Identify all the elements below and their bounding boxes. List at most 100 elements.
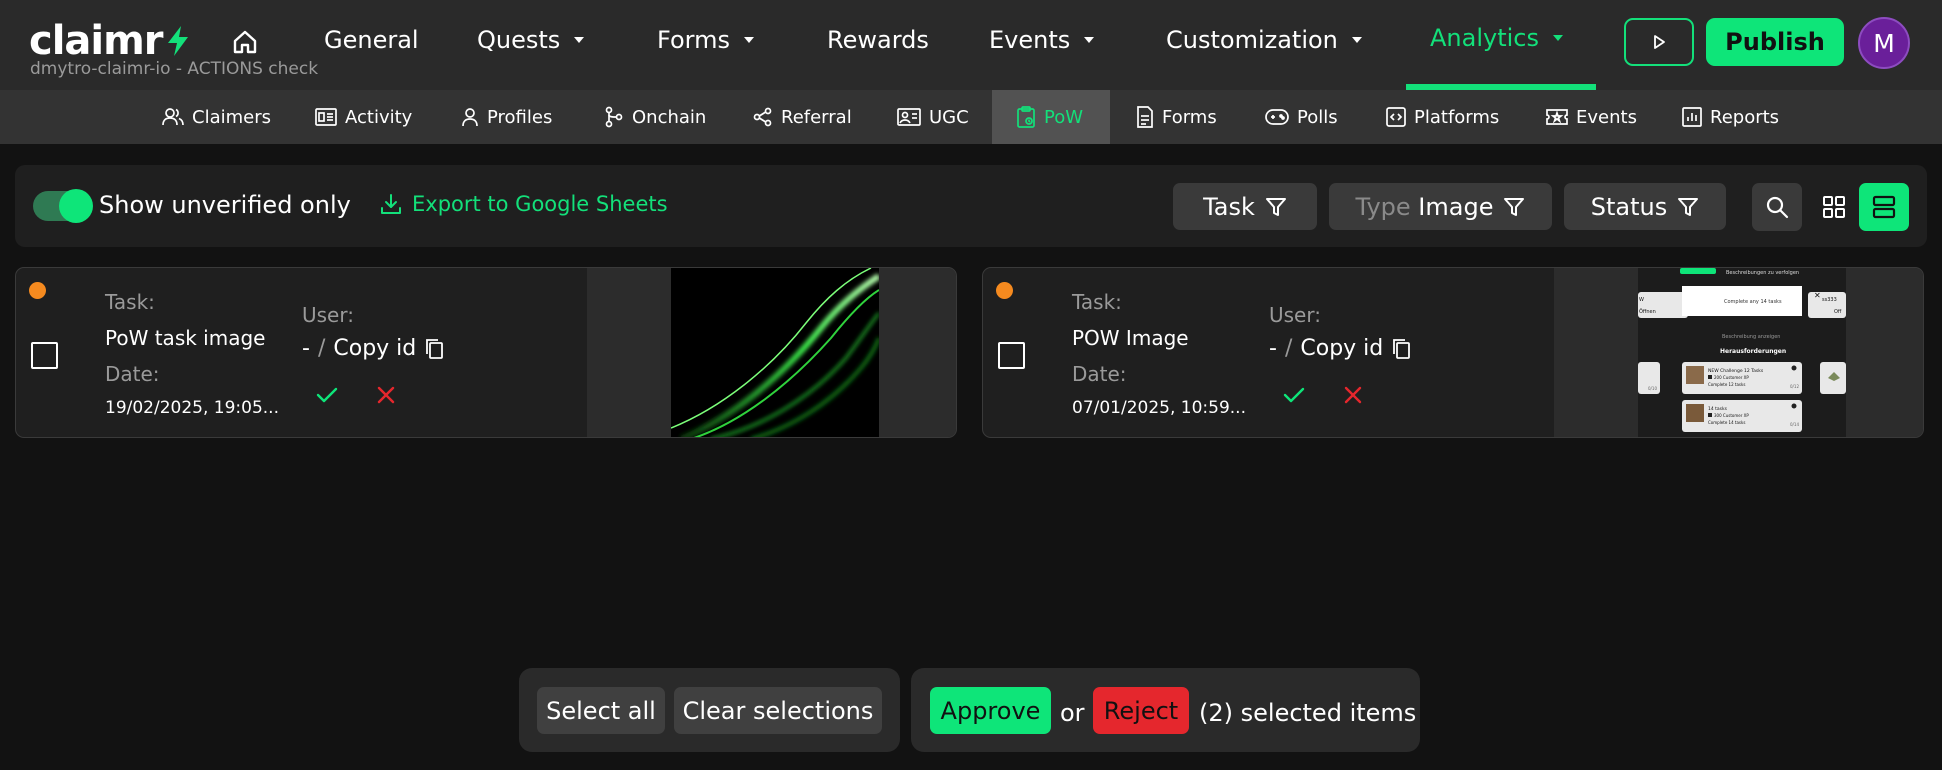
reject-button[interactable]: Reject	[1093, 687, 1189, 734]
subnav-platforms[interactable]: Platforms	[1386, 90, 1499, 144]
svg-text:Öffnen: Öffnen	[1639, 308, 1656, 315]
svg-text:Beschreibungen zu verfolgen: Beschreibungen zu verfolgen	[1726, 270, 1799, 276]
search-icon	[1765, 195, 1789, 219]
grid-view-icon	[1822, 195, 1846, 219]
submission-preview[interactable]: Beschreibungen zu verfolgen W Öffnen ss3…	[1554, 268, 1923, 437]
date-label: Date:	[105, 362, 160, 386]
nav-analytics[interactable]: Analytics	[1430, 24, 1563, 52]
svg-text:Beschreibung anzeigen: Beschreibung anzeigen	[1722, 334, 1780, 340]
subnav-polls[interactable]: Polls	[1265, 90, 1338, 144]
caret-down-icon	[1351, 37, 1362, 43]
nav-events[interactable]: Events	[989, 26, 1095, 54]
svg-text:14 tasks: 14 tasks	[1708, 406, 1728, 412]
submission-date: 07/01/2025, 10:59...	[1072, 398, 1246, 418]
grid-view-button[interactable]	[1809, 183, 1859, 231]
selected-count: (2) selected items	[1199, 699, 1417, 727]
export-google-sheets-button[interactable]: Export to Google Sheets	[380, 192, 668, 216]
nodes-icon	[604, 106, 624, 128]
subnav-forms[interactable]: Forms	[1136, 90, 1217, 144]
caret-down-icon	[743, 37, 754, 43]
select-checkbox[interactable]	[31, 342, 58, 369]
subnav-profiles[interactable]: Profiles	[461, 90, 552, 144]
share-icon	[753, 107, 773, 127]
caret-down-icon	[574, 37, 585, 43]
svg-text:ss333: ss333	[1822, 297, 1837, 303]
reject-x-icon[interactable]	[376, 385, 396, 405]
subnav-pow[interactable]: PoW	[992, 90, 1110, 144]
unverified-toggle-label: Show unverified only	[99, 191, 351, 219]
nav-forms[interactable]: Forms	[657, 26, 754, 54]
filters-toolbar: Show unverified only Export to Google Sh…	[15, 165, 1927, 247]
person-icon	[461, 107, 479, 127]
type-filter[interactable]: Type Image	[1329, 183, 1552, 230]
reject-x-icon[interactable]	[1343, 385, 1363, 405]
avatar[interactable]: M	[1858, 17, 1910, 69]
play-icon	[1651, 34, 1667, 50]
svg-text:0/12: 0/12	[1790, 384, 1799, 389]
nav-general[interactable]: General	[324, 26, 419, 54]
svg-text:NEW Challenge 12 Tasks: NEW Challenge 12 Tasks	[1708, 368, 1764, 374]
subnav-claimers[interactable]: Claimers	[162, 90, 271, 144]
bar-chart-icon	[1682, 107, 1702, 127]
approve-check-icon[interactable]	[315, 385, 339, 405]
funnel-icon	[1677, 196, 1699, 218]
approve-check-icon[interactable]	[1282, 385, 1306, 405]
svg-text:W: W	[1639, 297, 1644, 303]
list-view-button[interactable]	[1859, 183, 1909, 231]
svg-text:Complete any 14 tasks: Complete any 14 tasks	[1724, 299, 1782, 305]
status-filter[interactable]: Status	[1564, 183, 1726, 230]
nav-customization[interactable]: Customization	[1166, 26, 1362, 54]
subnav-onchain[interactable]: Onchain	[604, 90, 706, 144]
nav-quests[interactable]: Quests	[477, 26, 585, 54]
search-button[interactable]	[1752, 183, 1802, 231]
user-value: - / Copy id	[1269, 336, 1411, 361]
preview-button[interactable]	[1624, 18, 1694, 66]
svg-text:Off: Off	[1834, 309, 1842, 315]
image-card-icon	[897, 108, 921, 126]
subnav-reports[interactable]: Reports	[1682, 90, 1779, 144]
task-name: POW Image	[1072, 326, 1189, 350]
funnel-icon	[1503, 196, 1525, 218]
task-label: Task:	[1072, 290, 1122, 314]
subnav-referral[interactable]: Referral	[753, 90, 852, 144]
copy-id-button[interactable]: Copy id	[1300, 336, 1411, 361]
bulk-action-bar: Approve or Reject (2) selected items	[911, 668, 1420, 752]
selection-bar: Select all Clear selections	[519, 668, 900, 752]
submission-preview[interactable]	[587, 268, 956, 437]
claimr-logo[interactable]: claimr	[29, 18, 191, 64]
subnav-events[interactable]: Events	[1546, 90, 1637, 144]
caret-down-icon	[1552, 35, 1563, 41]
svg-text:300 Customer XP: 300 Customer XP	[1714, 413, 1749, 418]
clear-selections-button[interactable]: Clear selections	[674, 687, 882, 734]
copy-id-button[interactable]: Copy id	[333, 336, 444, 361]
select-checkbox[interactable]	[998, 342, 1025, 369]
user-label: User:	[1269, 303, 1321, 327]
nav-rewards[interactable]: Rewards	[827, 26, 929, 54]
publish-button[interactable]: Publish	[1706, 18, 1844, 66]
svg-text:✕: ✕	[1814, 291, 1821, 300]
pending-status-dot	[29, 282, 46, 299]
svg-text:Complete 14 tasks: Complete 14 tasks	[1708, 420, 1745, 425]
code-icon	[1386, 107, 1406, 127]
subnav-activity[interactable]: Activity	[315, 90, 412, 144]
subnav-ugc[interactable]: UGC	[897, 90, 969, 144]
select-all-button[interactable]: Select all	[537, 687, 665, 734]
submission-date: 19/02/2025, 19:05...	[105, 398, 279, 418]
unverified-toggle[interactable]	[33, 189, 93, 223]
svg-text:0/10: 0/10	[1648, 386, 1657, 391]
analytics-subnav: Claimers Activity Profiles Onchain Refer…	[0, 90, 1942, 144]
home-icon[interactable]	[231, 28, 259, 56]
top-header: claimr dmytro-claimr-io - ACTIONS check …	[0, 0, 1942, 90]
svg-text:Herausforderungen: Herausforderungen	[1720, 348, 1786, 355]
user-label: User:	[302, 303, 354, 327]
or-label: or	[1060, 699, 1085, 727]
caret-down-icon	[1084, 37, 1095, 43]
approve-button[interactable]: Approve	[930, 687, 1051, 734]
submission-image	[671, 268, 879, 437]
task-filter[interactable]: Task	[1173, 183, 1317, 230]
svg-text:200 Customer XP: 200 Customer XP	[1714, 375, 1749, 380]
svg-text:Complete 12 tasks: Complete 12 tasks	[1708, 382, 1745, 387]
task-label: Task:	[105, 290, 155, 314]
copy-icon	[424, 338, 444, 360]
funnel-icon	[1265, 196, 1287, 218]
